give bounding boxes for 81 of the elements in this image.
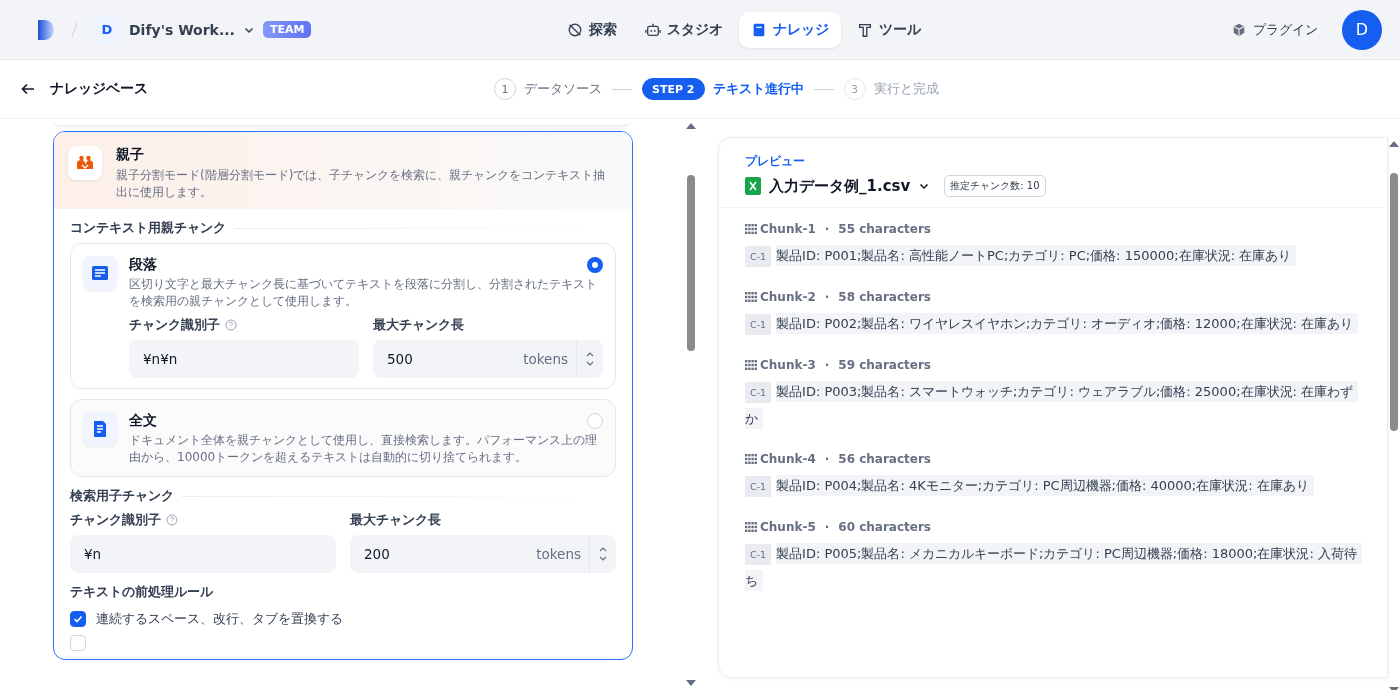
chunk-length: 55 characters <box>838 222 931 236</box>
radio-button[interactable] <box>587 257 603 273</box>
team-badge: TEAM <box>262 21 312 38</box>
chunk-title: Chunk-4 <box>760 452 816 466</box>
workspace-avatar: D <box>93 15 121 44</box>
option-card[interactable]: 全文 ドキュメント全体を親チャンクとして使用し、直接検索します。パフォーマンス上の理由から、10000トークンを超えるテキストは自動的に切り捨てられます。 <box>70 399 616 477</box>
field-label: チャンク識別子 <box>70 511 161 529</box>
cube-icon <box>1231 21 1247 38</box>
chunk-tag: C-1 <box>745 382 772 403</box>
mode-card[interactable] <box>53 131 633 660</box>
separator-dot: · <box>824 358 830 372</box>
chunk-text: 製品ID: P001;製品名: 高性能ノートPC;カテゴリ: PC;価格: 150000;在庫状況: 在庫あり <box>776 245 1297 266</box>
compass-icon <box>567 21 583 38</box>
chunk-tag: C-1 <box>745 476 772 497</box>
option-title: 全文 <box>129 412 157 430</box>
nav-tab[interactable]: ナレッジ <box>739 11 841 48</box>
delimiter-field[interactable]: ¥n <box>70 535 336 573</box>
scrollbar-thumb[interactable] <box>687 175 695 351</box>
logo-icon[interactable] <box>36 17 56 42</box>
separator-dot: · <box>824 520 830 534</box>
mode-description: 親子分割モード(階層分割モード)では、子チャンクを検索に、親チャンクをコンテキスト抽出に使用します。 <box>116 167 607 201</box>
scrollbar-thumb[interactable] <box>1390 173 1398 431</box>
spreadsheet-icon <box>745 177 761 195</box>
grid-dots-icon <box>745 223 757 235</box>
chunk-text: 製品ID: P004;製品名: 4Kモニター;カテゴリ: PC周辺機器;価格: 40000;在庫状況: 在庫あり <box>776 475 1314 496</box>
field-label: 最大チャンク長 <box>373 316 464 334</box>
chunk-length: 58 characters <box>838 290 931 304</box>
plugin-button[interactable]: プラグイン <box>1231 20 1318 39</box>
back-button[interactable]: ナレッジベース <box>20 80 148 98</box>
section-title: 検索用子チャンク <box>70 487 174 505</box>
book-icon <box>751 21 767 38</box>
chunk-title: Chunk-2 <box>760 290 816 304</box>
grid-dots-icon <box>745 359 757 371</box>
nav-tab[interactable]: スタジオ <box>633 11 735 48</box>
user-avatar[interactable]: D <box>1342 9 1382 50</box>
step-label: テキスト進行中 <box>712 80 804 98</box>
preview-label: プレビュー <box>745 154 806 169</box>
family-icon <box>68 146 102 180</box>
step-label: 実行と完成 <box>873 80 939 98</box>
field-label: 最大チャンク長 <box>350 511 441 529</box>
separator-dot: · <box>824 452 830 466</box>
separator-dot: · <box>824 222 830 236</box>
tool-icon <box>857 21 873 38</box>
paragraph-icon <box>90 263 110 283</box>
checkbox-label: 連続するスペース、改行、タブを置換する <box>96 610 343 628</box>
chunk-tag: C-1 <box>745 246 772 267</box>
step-label: データソース <box>524 80 602 98</box>
max-length-field[interactable]: 500 tokens <box>373 340 603 378</box>
chunk-count-badge: 推定チャンク数: 10 <box>944 175 1046 197</box>
arrow-left-icon <box>20 81 36 97</box>
chunk-title: Chunk-1 <box>760 222 816 236</box>
chunk-tag: C-1 <box>745 544 772 565</box>
grid-dots-icon <box>745 291 757 303</box>
nav-tab[interactable]: ツール <box>845 11 933 48</box>
step-marker: STEP 2 <box>642 78 705 100</box>
checkbox[interactable] <box>70 611 86 627</box>
option-card[interactable]: 段落 区切り文字と最大チャンク長に基づいてテキストを段落に分割し、分割されたテキストを検索用の親チャンクとして使用します。 チャンク識別子 ¥n¥n 最大チャンク長 500 tokens <box>70 243 616 389</box>
chunk-title: Chunk-3 <box>760 358 816 372</box>
chunk-tag: C-1 <box>745 314 772 335</box>
chunk-length: 59 characters <box>838 358 931 372</box>
option-title: 段落 <box>129 256 157 274</box>
option-description: ドキュメント全体を親チャンクとして使用し、直接検索します。パフォーマンス上の理由から、10000トークンを超えるテキストは自動的に切り捨てられます。 <box>129 432 598 466</box>
robot-icon <box>645 21 661 38</box>
delimiter-field[interactable]: ¥n¥n <box>129 340 359 378</box>
mode-title: 親子 <box>116 146 145 164</box>
option-description: 区切り文字と最大チャンク長に基づいてテキストを段落に分割し、分割されたテキストを検索用の親チャンクとして使用します。 <box>129 276 598 310</box>
chunk-length: 60 characters <box>838 520 931 534</box>
grid-dots-icon <box>745 521 757 533</box>
section-title: テキストの前処理ルール <box>70 583 214 601</box>
field-label: チャンク識別子 <box>129 316 220 334</box>
chunk-title: Chunk-5 <box>760 520 816 534</box>
chunk-length: 56 characters <box>838 452 931 466</box>
max-length-field[interactable]: 200 tokens <box>350 535 616 573</box>
grid-dots-icon <box>745 453 757 465</box>
chunk-text: 製品ID: P002;製品名: ワイヤレスイヤホン;カテゴリ: オーディオ;価格: 12000;在庫状況: 在庫あり <box>776 313 1359 334</box>
separator-dot: · <box>824 290 830 304</box>
file-selector[interactable]: 入力データ例_1.csv <box>769 176 911 196</box>
checkmark-icon <box>72 613 84 625</box>
nav-tab[interactable]: 探索 <box>555 11 629 48</box>
workspace-name[interactable]: Dify's Work... <box>129 21 235 38</box>
section-title: コンテキスト用親チャンク <box>70 219 226 237</box>
